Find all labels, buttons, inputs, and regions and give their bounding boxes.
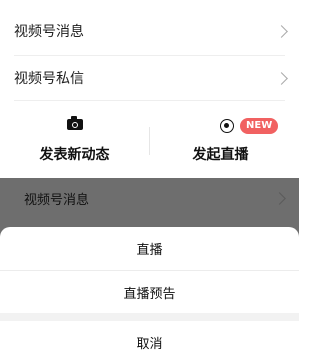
post-update-button[interactable]: 发表新动态 <box>0 104 149 172</box>
live-icon <box>220 119 234 133</box>
camera-icon <box>67 116 83 130</box>
sheet-item-live-preview[interactable]: 直播预告 <box>0 283 299 302</box>
sheet-item-live[interactable]: 直播 <box>0 239 299 258</box>
post-update-label: 发表新动态 <box>39 147 110 163</box>
sheet-gap <box>0 313 299 321</box>
start-live-label: 发起直播 <box>192 147 249 163</box>
menu-item-label: 视频号私信 <box>14 71 84 87</box>
chevron-right-icon <box>275 72 288 85</box>
menu-item-channel-messages[interactable]: 视频号消息 <box>0 0 299 54</box>
new-badge: NEW <box>240 118 279 134</box>
sheet-separator <box>0 270 299 271</box>
menu-item-channel-private-messages[interactable]: 视频号私信 <box>0 56 299 104</box>
chevron-right-icon <box>275 25 288 38</box>
cancel-button[interactable]: 取消 <box>0 333 299 352</box>
action-sheet: 直播 直播预告 取消 <box>0 227 299 357</box>
overlay-row-label: 视频号消息 <box>24 193 90 208</box>
start-live-button[interactable]: 发起直播 <box>150 104 299 172</box>
menu-item-label: 视频号消息 <box>14 24 84 40</box>
chevron-right-icon <box>273 192 286 205</box>
divider <box>14 100 285 101</box>
